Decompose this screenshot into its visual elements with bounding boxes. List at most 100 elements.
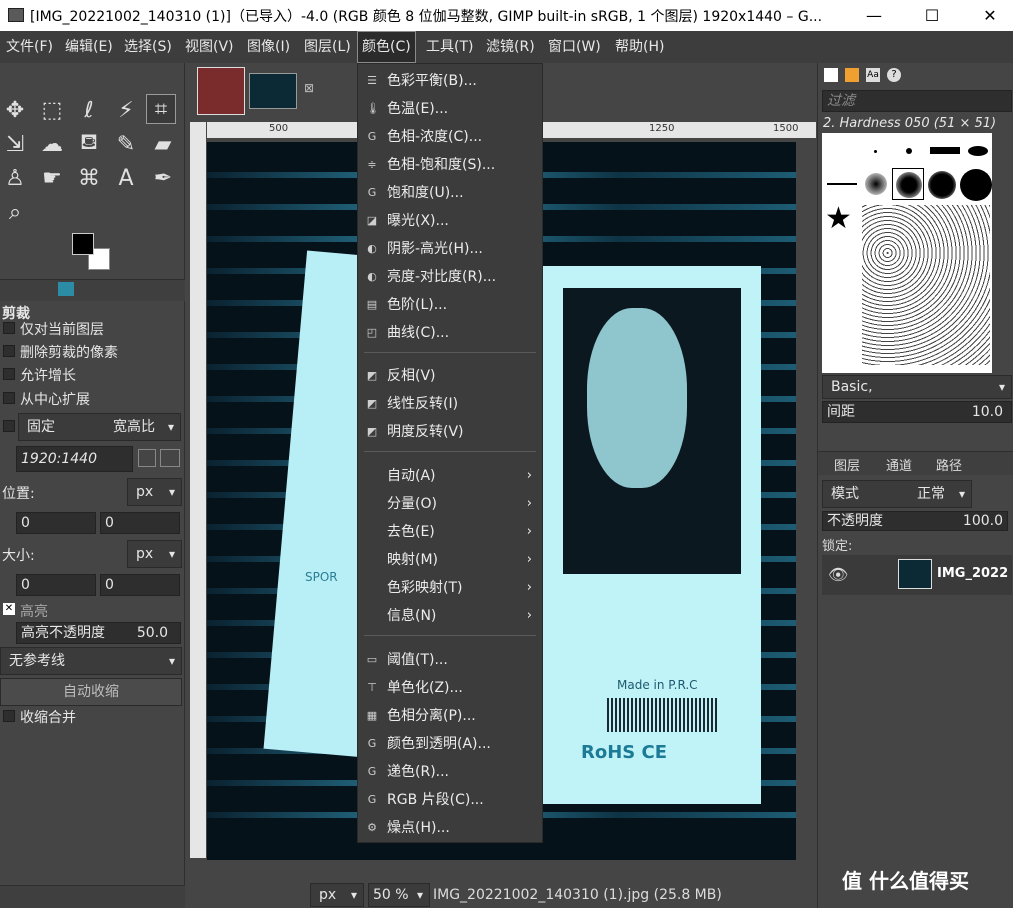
brush-item[interactable]: [928, 171, 956, 199]
menu-saturation[interactable]: G 饱和度(U)...: [358, 179, 542, 207]
crop-tool-icon[interactable]: ⌗: [146, 94, 176, 124]
move-tool-icon[interactable]: ✥: [0, 95, 30, 125]
menu-threshold[interactable]: ▭ 阈值(T)...: [358, 646, 542, 674]
menu-levels[interactable]: ▤ 色阶(L)...: [358, 291, 542, 319]
rect-select-icon[interactable]: ⬚: [37, 95, 67, 125]
menu-info[interactable]: 信息(N) ›: [358, 602, 542, 630]
vertical-ruler[interactable]: [190, 138, 206, 858]
menu-shadows-highlights[interactable]: ◐ 阴影-高光(H)...: [358, 235, 542, 263]
menu-tools[interactable]: 工具(T): [422, 31, 477, 63]
menu-dither[interactable]: G 递色(R)...: [358, 758, 542, 786]
zoom-tool-icon[interactable]: ⌕: [0, 197, 30, 227]
texture-brushes[interactable]: [862, 205, 990, 365]
tab-channels[interactable]: 通道: [886, 455, 912, 474]
fuzzy-select-icon[interactable]: ⚡: [111, 95, 141, 125]
fixed-aspect-dropdown[interactable]: 固定 宽高比 ▾: [18, 413, 181, 441]
menu-select[interactable]: 选择(S): [120, 31, 176, 63]
fonts-tab-icon[interactable]: Aa: [866, 68, 880, 82]
close-tab-icon[interactable]: ⊠: [304, 81, 314, 95]
brush-item[interactable]: [827, 183, 857, 185]
auto-shrink-button[interactable]: 自动收缩: [0, 678, 182, 706]
brush-item[interactable]: [930, 147, 960, 154]
menu-posterize[interactable]: ▦ 色相分离(P)...: [358, 702, 542, 730]
transform-icon[interactable]: ⇲: [0, 129, 30, 159]
menu-desaturate[interactable]: 去色(E) ›: [358, 518, 542, 546]
unit-dropdown[interactable]: px ▾: [310, 883, 364, 907]
highlight-checkbox[interactable]: ✕: [3, 603, 15, 615]
menu-layer[interactable]: 图层(L): [300, 31, 355, 63]
tab-paths[interactable]: 路径: [936, 455, 962, 474]
layer-mode-dropdown[interactable]: 模式 正常 ▾: [822, 480, 972, 508]
menu-help[interactable]: 帮助(H): [611, 31, 668, 63]
size-h-input[interactable]: 0: [100, 574, 180, 596]
menu-invert[interactable]: ◩ 反相(V): [358, 362, 542, 390]
menu-image[interactable]: 图像(I): [243, 31, 294, 63]
menu-windows[interactable]: 窗口(W): [544, 31, 605, 63]
bucket-fill-icon[interactable]: ⛾: [74, 129, 104, 159]
menu-hue-saturation[interactable]: ≑ 色相-饱和度(S)...: [358, 151, 542, 179]
zoom-dropdown[interactable]: 50 % ▾: [368, 883, 430, 907]
tab-layers[interactable]: 图层: [834, 455, 860, 474]
brush-item[interactable]: [896, 172, 922, 198]
eraser-icon[interactable]: ▰: [148, 129, 178, 159]
text-tool-icon[interactable]: A: [111, 163, 141, 193]
brush-item[interactable]: [874, 150, 877, 153]
menu-components[interactable]: 分量(O) ›: [358, 490, 542, 518]
close-button[interactable]: ✕: [967, 0, 1013, 31]
brush-preset-dropdown[interactable]: Basic, ▾: [822, 375, 1012, 399]
menu-brightness-contrast[interactable]: ◐ 亮度-对比度(R)...: [358, 263, 542, 291]
minimize-button[interactable]: —: [851, 0, 897, 31]
image-tab-1-thumbnail[interactable]: [197, 67, 245, 115]
menu-colorize[interactable]: ⊤ 单色化(Z)...: [358, 674, 542, 702]
expand-center-checkbox[interactable]: [3, 392, 15, 404]
delete-cropped-checkbox[interactable]: [3, 345, 15, 357]
layer-opacity-slider[interactable]: 不透明度 100.0: [822, 511, 1008, 531]
menu-hot[interactable]: ⚙ 燥点(H)...: [358, 814, 542, 842]
menu-map[interactable]: 映射(M) ›: [358, 546, 542, 574]
menu-color-temperature[interactable]: 🌡 色温(E)...: [358, 95, 542, 123]
menu-auto[interactable]: 自动(A) ›: [358, 462, 542, 490]
menu-color-balance[interactable]: ☰ 色彩平衡(B)...: [358, 67, 542, 95]
menu-view[interactable]: 视图(V): [181, 31, 238, 63]
color-picker-icon[interactable]: ✒: [148, 163, 178, 193]
menu-colors[interactable]: 颜色(C): [357, 31, 416, 63]
tool-options-tab-icon[interactable]: [58, 282, 74, 296]
menu-edit[interactable]: 编辑(E): [61, 31, 117, 63]
star-brush-icon[interactable]: ★: [825, 201, 852, 236]
menu-filters[interactable]: 滤镜(R): [482, 31, 539, 63]
fixed-checkbox[interactable]: [3, 420, 15, 432]
paths-icon[interactable]: ⌘: [74, 163, 104, 193]
portrait-icon[interactable]: [138, 449, 156, 467]
menu-curves[interactable]: ◰ 曲线(C)...: [358, 319, 542, 347]
warp-icon[interactable]: ☁: [37, 129, 67, 159]
brush-item[interactable]: [865, 173, 887, 195]
brush-item[interactable]: [968, 146, 988, 156]
menu-colormap[interactable]: 色彩映射(T) ›: [358, 574, 542, 602]
menu-rgb-clip[interactable]: G RGB 片段(C)...: [358, 786, 542, 814]
maximize-button[interactable]: ☐: [909, 0, 955, 31]
brush-item[interactable]: [906, 148, 912, 154]
landscape-icon[interactable]: [160, 449, 180, 467]
size-unit-dropdown[interactable]: px ▾: [127, 540, 182, 568]
shrink-merged-checkbox[interactable]: [3, 710, 15, 722]
menu-file[interactable]: 文件(F): [2, 31, 57, 63]
help-tab-icon[interactable]: ?: [887, 68, 901, 82]
brush-filter-input[interactable]: 过滤: [822, 90, 1012, 112]
allow-growing-checkbox[interactable]: [3, 368, 15, 380]
patterns-tab-icon[interactable]: [845, 68, 859, 82]
menu-exposure[interactable]: ◪ 曝光(X)...: [358, 207, 542, 235]
position-y-input[interactable]: 0: [100, 512, 180, 534]
lasso-icon[interactable]: ℓ: [74, 95, 104, 125]
ratio-input[interactable]: 1920:1440: [16, 446, 133, 472]
position-unit-dropdown[interactable]: px ▾: [127, 478, 182, 506]
smudge-icon[interactable]: ☛: [37, 163, 67, 193]
menu-linear-invert[interactable]: ◩ 线性反转(I): [358, 390, 542, 418]
menu-color-to-alpha[interactable]: G 颜色到透明(A)...: [358, 730, 542, 758]
foreground-color-swatch[interactable]: [72, 233, 94, 255]
menu-value-invert[interactable]: ◩ 明度反转(V): [358, 418, 542, 446]
layer-row[interactable]: 👁 IMG_2022: [822, 555, 1012, 595]
clone-icon[interactable]: ♙: [0, 163, 30, 193]
eye-icon[interactable]: 👁: [828, 565, 848, 584]
menu-hue-chroma[interactable]: G 色相-浓度(C)...: [358, 123, 542, 151]
image-tab-2-thumbnail[interactable]: [249, 73, 297, 109]
